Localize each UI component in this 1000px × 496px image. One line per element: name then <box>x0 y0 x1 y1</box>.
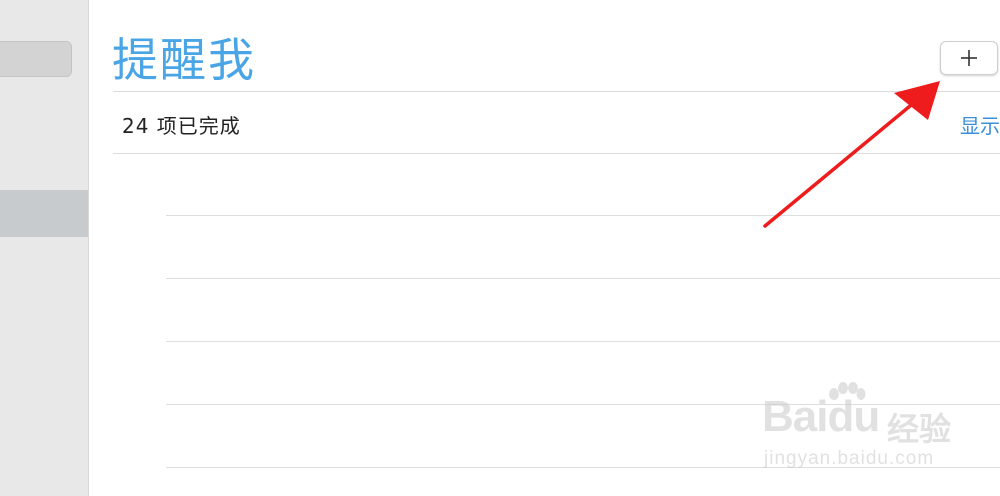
watermark-cn: 经验 <box>887 410 952 448</box>
watermark-logo: Baidu <box>762 392 880 442</box>
list-title: 提醒我 <box>112 33 256 87</box>
show-completed-link[interactable]: 显示 <box>960 110 1000 139</box>
baidu-watermark: Baidu 经验 jingyan.baidu.com <box>762 382 962 482</box>
watermark-logo-du: du <box>827 392 880 441</box>
sidebar-item-selected[interactable] <box>0 190 88 237</box>
sidebar-search-field[interactable] <box>0 41 72 77</box>
sidebar <box>0 0 89 496</box>
watermark-url: jingyan.baidu.com <box>764 448 935 469</box>
reminder-line[interactable] <box>166 341 1000 342</box>
red-arrow-icon <box>763 81 940 228</box>
plus-icon <box>961 50 977 66</box>
completed-count: 24 项已完成 <box>122 114 241 138</box>
reminder-line[interactable] <box>166 278 1000 279</box>
watermark-logo-bai: Bai <box>762 392 828 441</box>
add-reminder-button[interactable] <box>940 41 998 75</box>
